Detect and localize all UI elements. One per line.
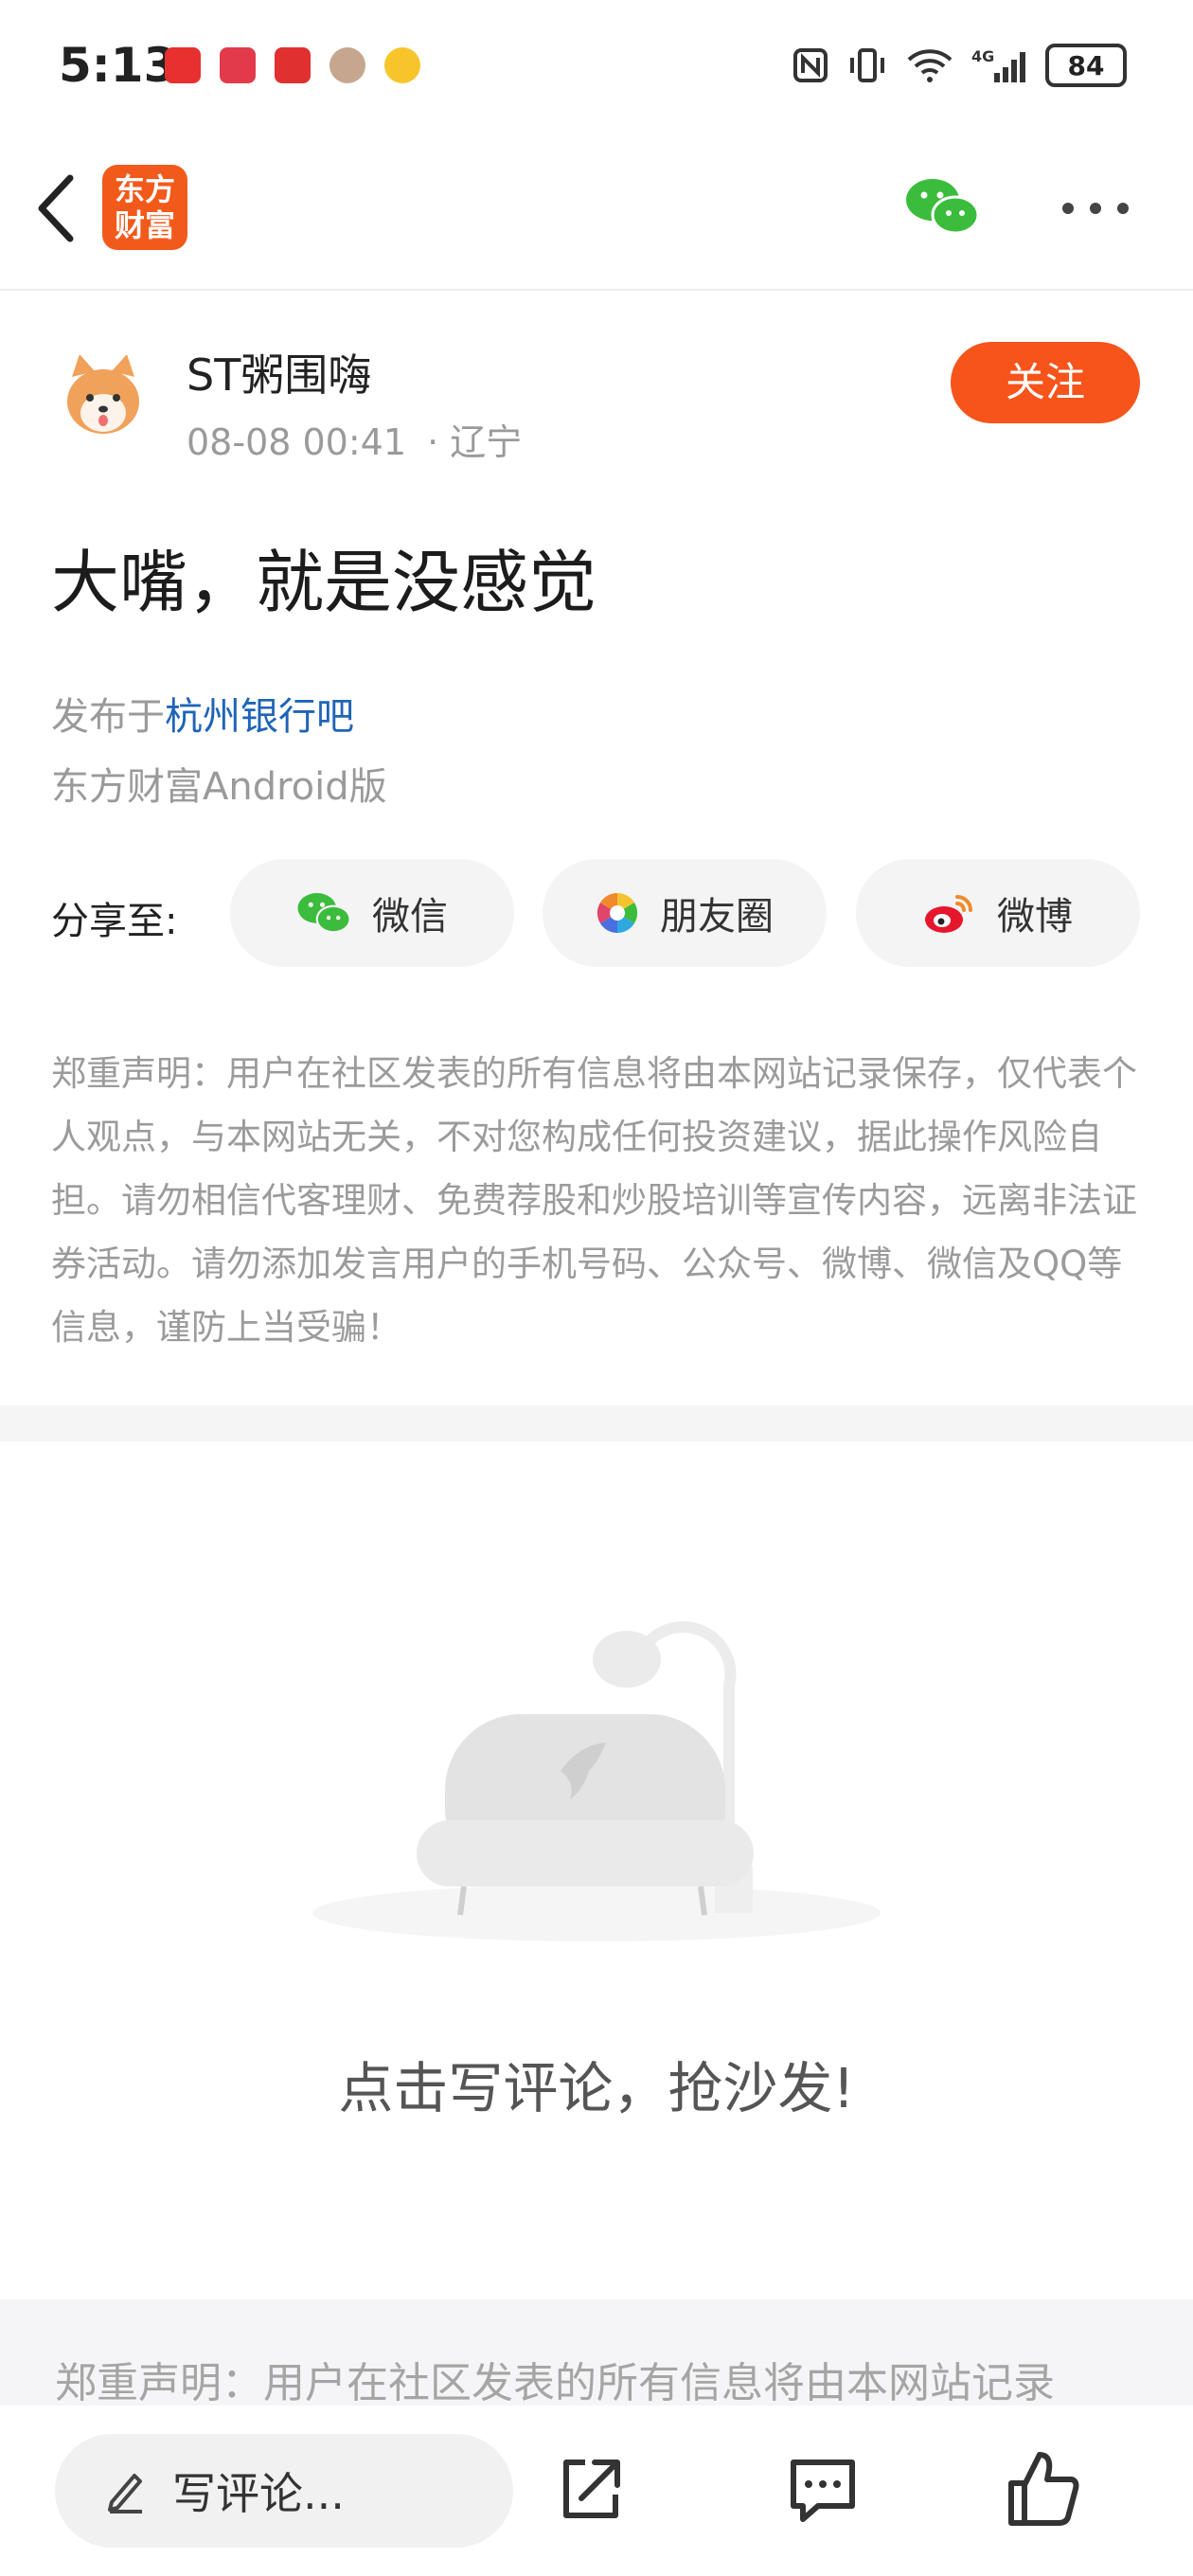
avatar[interactable] [57,349,150,441]
share-moments-button[interactable]: 朋友圈 [543,859,827,967]
post-meta: 08-08 00:41 · 辽宁 [187,413,522,465]
share-wechat-button[interactable]: 微信 [230,859,514,967]
comment-placeholder: 写评论... [172,2468,345,2519]
wifi-icon [907,49,953,82]
thumbs-up-icon[interactable] [1006,2449,1081,2529]
battery-icon: 84 [1045,44,1127,87]
status-icons: 4G 84 [792,44,1127,87]
app-logo: 东方 财富 [102,165,187,250]
status-time: 5:13 [59,38,177,93]
sofa-lamp-illustration [312,1620,881,1941]
share-weibo-label: 微博 [997,895,1073,939]
share-weibo-button[interactable]: 微博 [856,859,1140,967]
moments-icon [596,892,638,934]
post-client: 东方财富Android版 [51,765,387,809]
vibrate-icon [850,48,884,82]
comment-icon[interactable] [786,2455,860,2527]
bottom-disclaimer: 郑重声明：用户在社区发表的所有信息将由本网站记录 [0,2299,1193,2413]
write-comment-prompt[interactable]: 点击写评论，抢沙发! [0,2044,1193,2123]
signal-4g-icon: 4G [971,47,1025,82]
red-app-icon [165,47,201,83]
published-in: 发布于杭州银行吧 [51,686,354,741]
red-app-icon-2 [220,47,256,83]
section-divider [0,1405,1193,1441]
svg-text:4G: 4G [971,47,994,65]
forum-link[interactable]: 杭州银行吧 [165,695,354,739]
nfc-icon [793,48,828,82]
pencil-icon [108,2474,142,2513]
share-out-icon[interactable] [557,2455,625,2523]
wechat-icon[interactable] [904,175,980,238]
bottom-disclaimer-text: 郑重声明：用户在社区发表的所有信息将由本网站记录 [55,2359,1055,2407]
share-label: 分享至: [51,900,178,943]
published-prefix: 发布于 [51,695,165,739]
disclaimer-text: 郑重声明：用户在社区发表的所有信息将由本网站记录保存，仅代表个人观点，与本网站无… [51,1053,1137,1348]
battery-level: 84 [1067,49,1105,81]
share-moments-label: 朋友圈 [660,895,774,939]
red-app-icon-3 [275,47,311,83]
weibo-app-icon [384,47,420,83]
share-wechat-label: 微信 [372,895,448,939]
comment-input[interactable]: 写评论... [55,2434,513,2548]
weibo-icon [925,895,972,933]
more-dots-icon[interactable] [1059,194,1132,223]
post-location: · 辽宁 [427,421,523,463]
post-time: 08-08 00:41 [187,421,407,463]
follow-button[interactable]: 关注 [951,342,1140,423]
author-name[interactable]: ST粥围嗨 [187,341,371,403]
post-title: 大嘴，就是没感觉 [51,543,597,622]
wechat-icon [297,892,351,934]
chevron-left-icon[interactable] [28,170,85,246]
avatar-app-icon [329,47,365,83]
